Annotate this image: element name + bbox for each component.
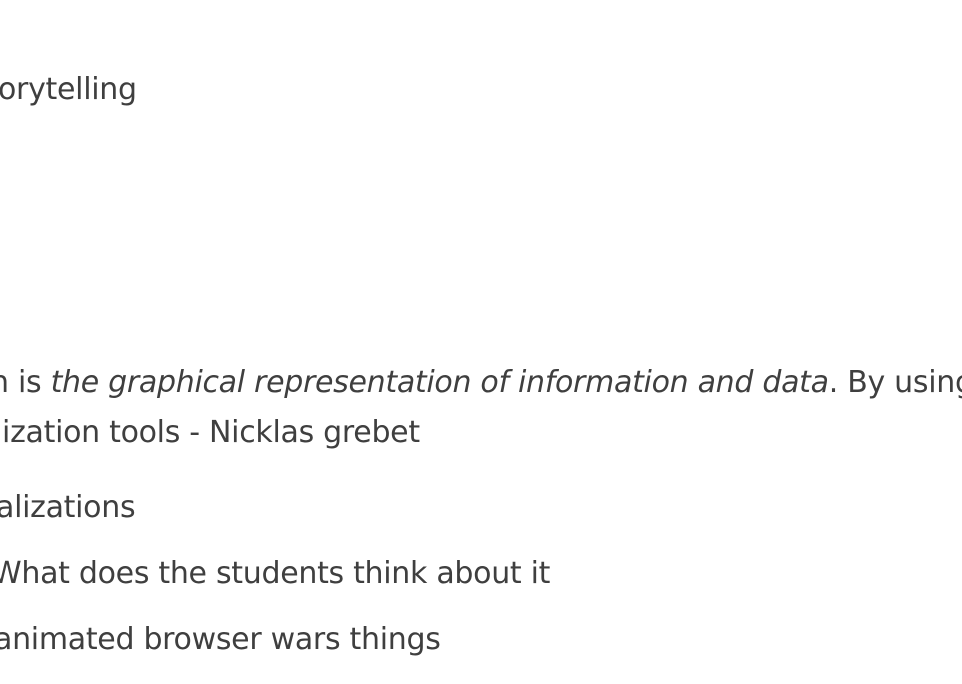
- definition-prefix: n is: [0, 365, 42, 400]
- browser-wars-line: animated browser wars things: [0, 622, 441, 657]
- tools-line: lization tools - Nicklas grebet: [0, 415, 420, 450]
- heading-fragment: orytelling: [0, 72, 137, 107]
- definition-emphasis: the graphical representation of informat…: [50, 365, 829, 400]
- definition-suffix: . By using v: [828, 365, 962, 400]
- visualizations-line: alizations: [0, 490, 136, 525]
- students-line: What does the students think about it: [0, 556, 551, 591]
- definition-line: n is the graphical representation of inf…: [0, 363, 962, 403]
